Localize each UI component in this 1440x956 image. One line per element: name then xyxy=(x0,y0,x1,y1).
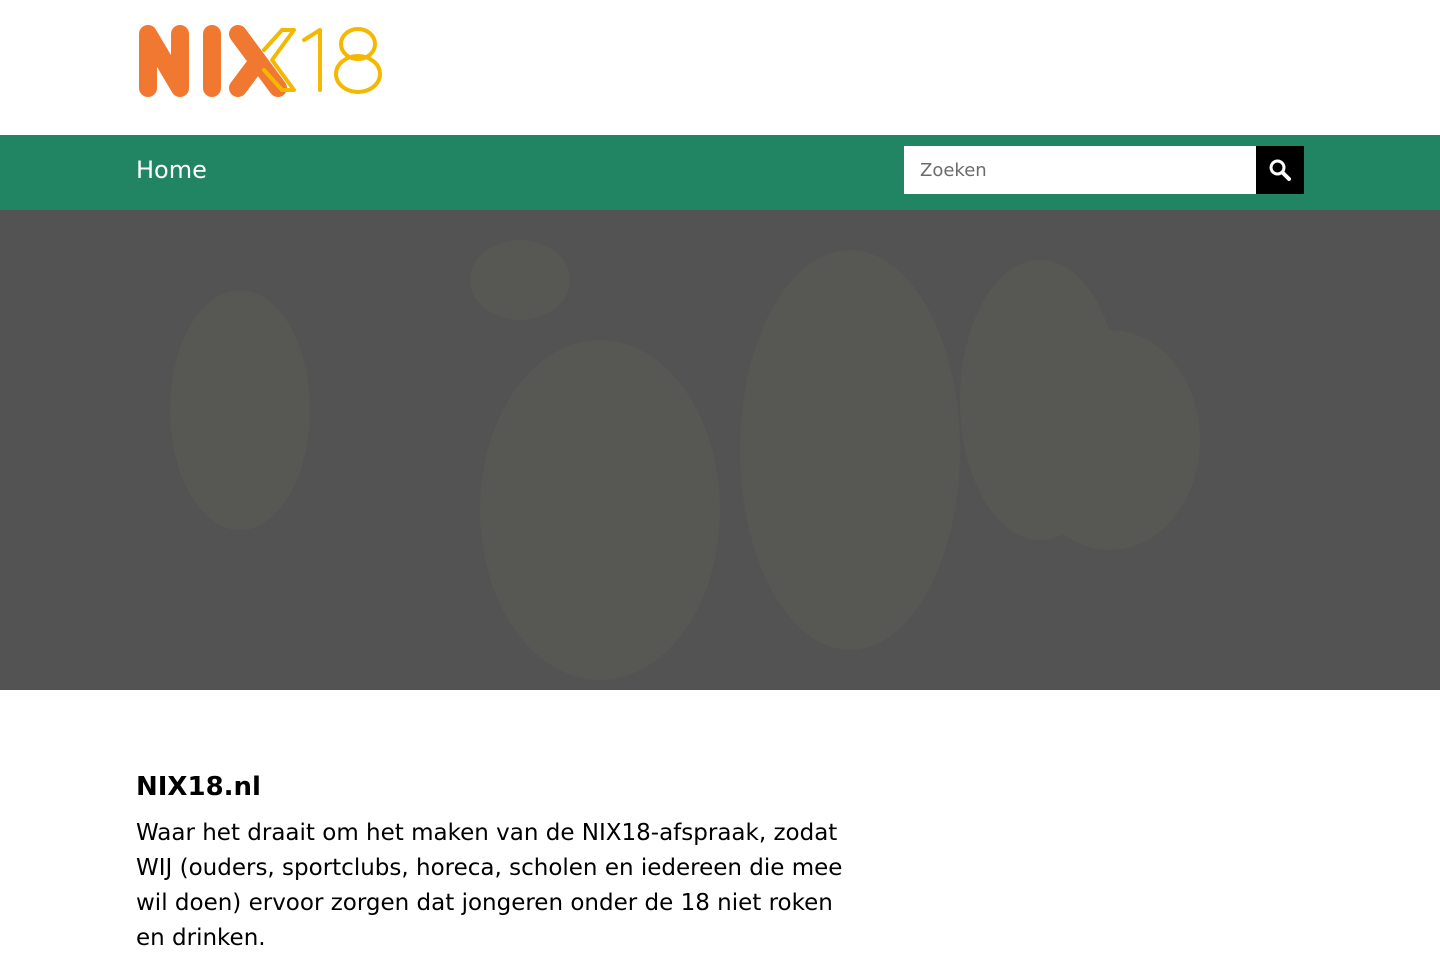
page-title: NIX18.nl xyxy=(136,772,261,802)
hero-background-image xyxy=(170,240,1200,680)
search-icon xyxy=(1269,159,1291,181)
intro-paragraph: Waar het draait om het maken van de NIX1… xyxy=(136,820,843,951)
search-form xyxy=(904,146,1304,194)
nav-item-home[interactable]: Home xyxy=(136,153,207,187)
site-header xyxy=(0,0,1440,135)
main-content: NIX18.nl Waar het draait om het maken va… xyxy=(136,768,876,956)
nix18-logo-mark xyxy=(139,25,382,97)
main-navigation: Home xyxy=(0,135,1440,210)
hero-banner xyxy=(0,210,1440,690)
nix18-logo[interactable] xyxy=(136,24,390,98)
search-input[interactable] xyxy=(904,146,1256,194)
search-button[interactable] xyxy=(1256,146,1304,194)
